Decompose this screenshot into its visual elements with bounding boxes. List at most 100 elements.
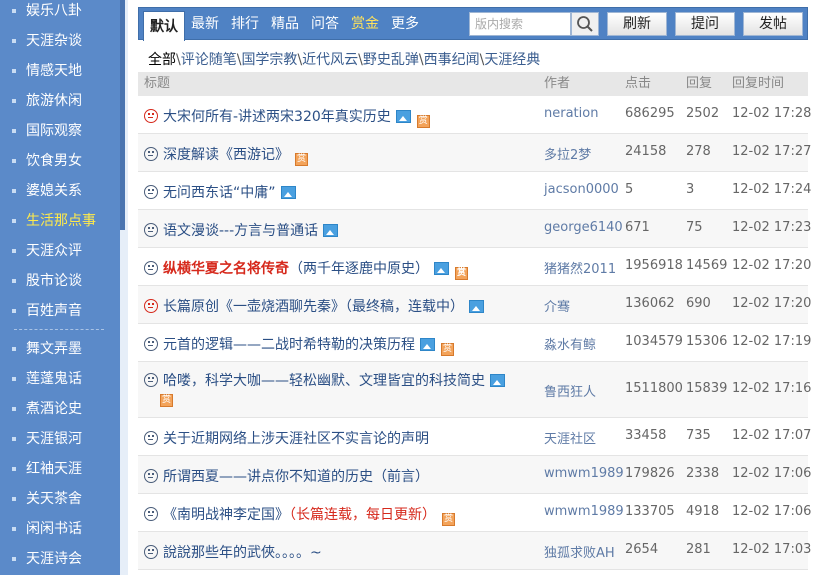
reply-time: 12-02 17:28 <box>732 106 812 121</box>
table-row[interactable]: 哈喽，科学大咖——轻松幽默、文理皆宜的科技简史赏 鲁西狂人 1511800 15839… <box>138 362 811 418</box>
sidebar-item[interactable]: 饮食男女 <box>0 146 120 176</box>
category-link[interactable]: 国学宗教 <box>241 52 297 68</box>
ask-button[interactable]: 提问 <box>675 12 735 36</box>
sidebar-scrollbar[interactable] <box>120 0 125 230</box>
tab-bounty[interactable]: 赏金 <box>351 8 379 41</box>
category-all[interactable]: 全部 <box>148 52 176 68</box>
tab-qa[interactable]: 问答 <box>311 8 339 41</box>
thread-title-text[interactable]: 深度解读《西游记》 <box>163 147 289 163</box>
author-link[interactable]: jacson0000 <box>544 182 619 197</box>
sidebar-item[interactable]: 生活那点事 <box>0 206 120 236</box>
thread-title[interactable]: 哈喽，科学大咖——轻松幽默、文理皆宜的科技简史 <box>144 370 505 390</box>
sidebar-item[interactable]: 天涯诗会 <box>0 544 120 574</box>
author-link[interactable]: 鲁西狂人 <box>544 381 596 400</box>
sidebar-item[interactable]: 股市论谈 <box>0 266 120 296</box>
sidebar-item[interactable]: 娱乐八卦 <box>0 0 120 26</box>
sidebar-item[interactable]: 舞文弄墨 <box>0 334 120 364</box>
thread-title[interactable]: 說說那些年的武俠。。。。~ <box>144 542 322 562</box>
table-row[interactable]: 說說那些年的武俠。。。。~ 独孤求败AH 2654 281 12-02 17:03 <box>138 532 811 570</box>
table-row[interactable]: 长篇原创《一壶烧酒聊先秦》（最终稿，连载中） 介骞 136062 690 12-02 1… <box>138 286 811 324</box>
reply-time: 12-02 17:07 <box>732 428 812 443</box>
author-link[interactable]: 淼水有鲸 <box>544 334 596 353</box>
tab-default[interactable]: 默认 <box>143 11 185 41</box>
sidebar-item[interactable]: 情感天地 <box>0 56 120 86</box>
thread-title-text[interactable]: 大宋何所有-讲述两宋320年真实历史 <box>163 109 391 125</box>
thread-title-text[interactable]: 长篇原创《一壶烧酒聊先秦》（最终稿，连载中） <box>163 299 464 315</box>
thread-title[interactable]: 所谓西夏——讲点你不知道的历史（前言） <box>144 466 429 486</box>
table-row[interactable]: 无问西东话“中庸” jacson0000 5 3 12-02 17:24 <box>138 172 811 210</box>
thread-title[interactable]: 大宋何所有-讲述两宋320年真实历史 赏 <box>144 106 430 128</box>
thread-title[interactable]: 元首的逻辑——二战时希特勒的决策历程 赏 <box>144 334 454 356</box>
sidebar-item[interactable]: 关天茶舍 <box>0 484 120 514</box>
sidebar-item[interactable]: 天涯杂谈 <box>0 26 120 56</box>
tab-latest[interactable]: 最新 <box>191 8 219 41</box>
toolbar: 默认 最新 排行 精品 问答 赏金 更多 版内搜索 刷新 提问 发帖 <box>138 7 808 41</box>
thread-title-text[interactable]: 《南明战神李定国》 <box>163 507 289 523</box>
sidebar-item-label: 煮酒论史 <box>26 401 82 417</box>
reward-badge-icon: 赏 <box>441 343 454 356</box>
reply-time: 12-02 17:23 <box>732 220 812 235</box>
author-link[interactable]: 独孤求败AH <box>544 542 615 561</box>
thread-title-text[interactable]: 說說那些年的武俠。。。。~ <box>163 545 322 561</box>
search-input[interactable]: 版内搜索 <box>469 12 571 36</box>
category-link[interactable]: 野史乱弹 <box>363 52 419 68</box>
thread-title-text[interactable]: 哈喽，科学大咖——轻松幽默、文理皆宜的科技简史 <box>163 373 485 389</box>
thread-title[interactable]: 长篇原创《一壶烧酒聊先秦》（最终稿，连载中） <box>144 296 484 316</box>
category-link[interactable]: 天涯经典 <box>484 52 540 68</box>
main-content: 默认 最新 排行 精品 问答 赏金 更多 版内搜索 刷新 提问 发帖 全部\评论… <box>138 0 812 575</box>
search-icon <box>577 16 593 32</box>
post-button[interactable]: 发帖 <box>743 12 803 36</box>
sidebar-item[interactable]: 天涯众评 <box>0 236 120 266</box>
tab-ranking[interactable]: 排行 <box>231 8 259 41</box>
thread-title[interactable]: 语文漫谈---方言与普通话 <box>144 220 339 240</box>
refresh-button[interactable]: 刷新 <box>607 12 667 36</box>
table-row[interactable]: 深度解读《西游记》赏 多拉2梦 24158 278 12-02 17:27 <box>138 134 811 172</box>
category-link[interactable]: 近代风云 <box>302 52 358 68</box>
table-row[interactable]: 关于近期网络上涉天涯社区不实言论的声明 天涯社区 33458 735 12-02 17:… <box>138 418 812 456</box>
sidebar-item[interactable]: 煮酒论史 <box>0 394 120 424</box>
sidebar-item[interactable]: 国际观察 <box>0 116 120 146</box>
sidebar-item[interactable]: 莲蓬鬼话 <box>0 364 120 394</box>
table-row[interactable]: 元首的逻辑——二战时希特勒的决策历程 赏 淼水有鲸 1034579 15306 12-02… <box>138 324 811 362</box>
thread-title[interactable]: 《南明战神李定国》（长篇连载，每日更新） 赏 <box>144 504 455 526</box>
thread-title-text[interactable]: 纵横华夏之名将传奇 <box>163 261 289 277</box>
thread-title-text[interactable]: 所谓西夏——讲点你不知道的历史（前言） <box>163 469 429 485</box>
category-link[interactable]: 评论随笔 <box>181 52 237 68</box>
author-link[interactable]: neration <box>544 106 598 121</box>
sidebar-item-label: 股市论谈 <box>26 273 82 289</box>
thread-title[interactable]: 纵横华夏之名将传奇（两千年逐鹿中原史） 赏 <box>144 258 468 280</box>
sidebar-item-label: 国际观察 <box>26 123 82 139</box>
thread-title[interactable]: 无问西东话“中庸” <box>144 182 296 202</box>
thread-title-text[interactable]: 无问西东话“中庸” <box>163 185 276 201</box>
thread-title-text[interactable]: 关于近期网络上涉天涯社区不实言论的声明 <box>163 431 429 447</box>
tab-more[interactable]: 更多 <box>391 8 419 41</box>
category-link[interactable]: 西事纪闻 <box>424 52 480 68</box>
author-link[interactable]: 多拉2梦 <box>544 144 591 163</box>
author-link[interactable]: wmwm1989 <box>544 504 624 519</box>
thread-title-text[interactable]: 元首的逻辑——二战时希特勒的决策历程 <box>163 337 415 353</box>
thread-title[interactable]: 深度解读《西游记》赏 <box>144 144 308 166</box>
thread-title-text[interactable]: 语文漫谈---方言与普通话 <box>163 223 318 239</box>
table-row[interactable]: 大宋何所有-讲述两宋320年真实历史 赏 neration 686295 2502 12-… <box>138 96 812 134</box>
sidebar-item[interactable]: 婆媳关系 <box>0 176 120 206</box>
author-link[interactable]: wmwm1989 <box>544 466 624 481</box>
tab-featured[interactable]: 精品 <box>271 8 299 41</box>
table-row[interactable]: 所谓西夏——讲点你不知道的历史（前言） wmwm1989 179826 2338 12-… <box>138 456 811 494</box>
author-link[interactable]: 天涯社区 <box>544 428 596 447</box>
click-count: 1956918 <box>625 258 683 273</box>
sidebar-item-label: 红袖天涯 <box>26 461 82 477</box>
sidebar-item[interactable]: 天涯银河 <box>0 424 120 454</box>
sidebar: 娱乐八卦 天涯杂谈 情感天地 旅游休闲国际观察饮食男女 婆媳关系 生活那点事 天涯众评股市论… <box>0 0 128 575</box>
sidebar-item[interactable]: 红袖天涯 <box>0 454 120 484</box>
sidebar-item[interactable]: 旅游休闲 <box>0 86 120 116</box>
sidebar-item[interactable]: 百姓声音 <box>0 296 120 326</box>
sidebar-item[interactable]: 闲闲书话 <box>0 514 120 544</box>
author-link[interactable]: george6140 <box>544 220 623 235</box>
search-button[interactable] <box>571 12 599 36</box>
thread-title[interactable]: 关于近期网络上涉天涯社区不实言论的声明 <box>144 428 429 448</box>
table-row[interactable]: 纵横华夏之名将传奇（两千年逐鹿中原史） 赏 猪猪然2011 1956918 14569 1… <box>138 248 811 286</box>
author-link[interactable]: 猪猪然2011 <box>544 258 616 277</box>
author-link[interactable]: 介骞 <box>544 296 570 315</box>
table-row[interactable]: 语文漫谈---方言与普通话 george6140 671 75 12-02 17:23 <box>138 210 812 248</box>
table-row[interactable]: 《南明战神李定国》（长篇连载，每日更新） 赏 wmwm1989 133705 4918 1… <box>138 494 811 532</box>
